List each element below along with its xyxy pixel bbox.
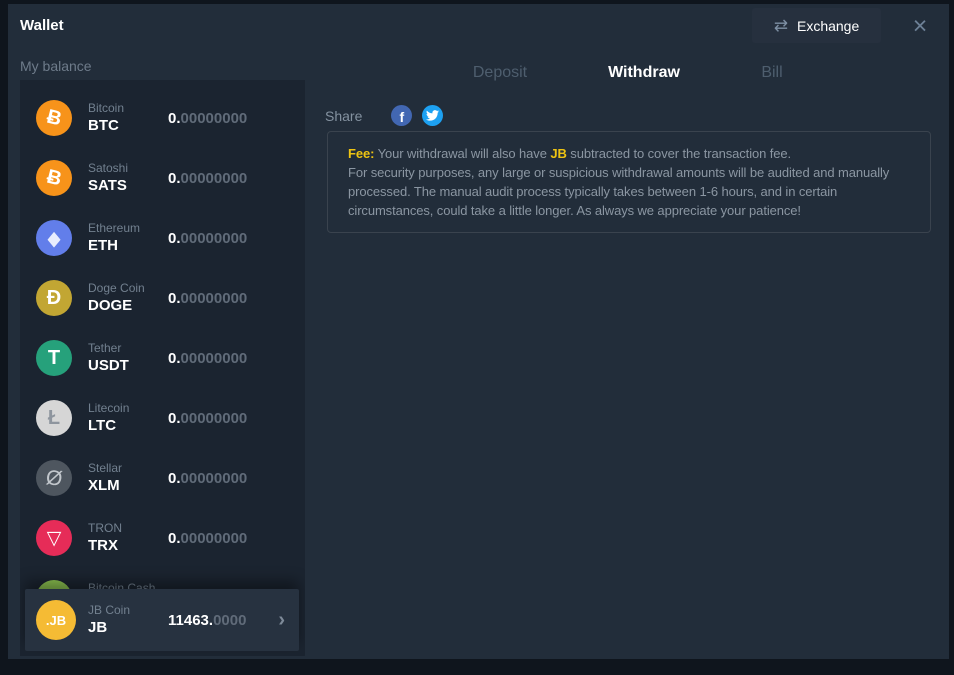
coin-symbol: USDT — [88, 356, 168, 375]
close-icon[interactable]: × — [905, 11, 935, 41]
coin-row-xlm[interactable]: Ø StellarXLM 0.00000000 — [20, 448, 305, 508]
share-row: Share f — [325, 105, 443, 126]
page-title: Wallet — [20, 17, 64, 34]
coin-balance: 0.00000000 — [168, 230, 247, 247]
exchange-button-label: Exchange — [797, 18, 859, 34]
coin-row-trx[interactable]: ▽ TRONTRX 0.00000000 — [20, 508, 305, 568]
coin-name: Stellar — [88, 461, 168, 476]
my-balance-label: My balance — [20, 58, 92, 74]
coin-balance: 0.00000000 — [168, 290, 247, 307]
coin-balance: 0.00000000 — [168, 470, 247, 487]
coin-symbol: SATS — [88, 176, 168, 195]
coin-symbol: TRX — [88, 536, 168, 555]
coin-name: Satoshi — [88, 161, 168, 176]
tab-withdraw[interactable]: Withdraw — [608, 64, 680, 82]
twitter-bird-icon — [426, 110, 439, 121]
coin-row-ltc[interactable]: Ł LitecoinLTC 0.00000000 — [20, 388, 305, 448]
coin-row-sats[interactable]: Ƀ SatoshiSATS 0.00000000 — [20, 148, 305, 208]
coin-name: Tether — [88, 341, 168, 356]
tron-icon: ▽ — [36, 520, 72, 556]
coin-name: JB Coin — [88, 603, 168, 618]
coin-symbol: ETH — [88, 236, 168, 255]
coin-row-jb-selected[interactable]: .JB JB CoinJB 11463.0000 › — [25, 589, 299, 651]
coin-balance: 0.00000000 — [168, 530, 247, 547]
tab-deposit[interactable]: Deposit — [473, 64, 527, 82]
coin-balance: 0.00000000 — [168, 410, 247, 427]
facebook-share-button[interactable]: f — [391, 105, 412, 126]
litecoin-icon: Ł — [36, 400, 72, 436]
coin-symbol: LTC — [88, 416, 168, 435]
ethereum-icon: ◆ — [36, 220, 72, 256]
share-label: Share — [325, 108, 362, 124]
coin-balance: 0.00000000 — [168, 350, 247, 367]
fee-text-post: subtracted to cover the transaction fee. — [567, 146, 791, 161]
coin-balance: 11463.0000 — [168, 612, 246, 629]
tether-icon: T — [36, 340, 72, 376]
satoshi-icon: Ƀ — [36, 160, 72, 196]
fee-text-pre: Your withdrawal will also have — [374, 146, 550, 161]
coin-symbol: DOGE — [88, 296, 168, 315]
tab-bill[interactable]: Bill — [761, 64, 782, 82]
coin-list: Ƀ BitcoinBTC 0.00000000 Ƀ SatoshiSATS 0.… — [20, 80, 305, 656]
fee-notice-body: For security purposes, any large or susp… — [348, 163, 910, 220]
wallet-dialog: Wallet ⇄ Exchange × My balance Deposit W… — [8, 4, 949, 659]
chevron-right-icon: › — [278, 610, 285, 630]
jb-coin-icon: .JB — [36, 600, 76, 640]
fee-jb-highlight: JB — [550, 146, 566, 161]
coin-balance: 0.00000000 — [168, 170, 247, 187]
fee-notice: Fee: Your withdrawal will also have JB s… — [327, 131, 931, 233]
coin-name: Doge Coin — [88, 281, 168, 296]
coin-name: Bitcoin — [88, 101, 168, 116]
coin-row-btc[interactable]: Ƀ BitcoinBTC 0.00000000 — [20, 88, 305, 148]
coin-row-usdt[interactable]: T TetherUSDT 0.00000000 — [20, 328, 305, 388]
facebook-icon: f — [400, 110, 405, 124]
coin-row-eth[interactable]: ◆ EthereumETH 0.00000000 — [20, 208, 305, 268]
coin-symbol: XLM — [88, 476, 168, 495]
coin-balance: 0.00000000 — [168, 110, 247, 127]
twitter-share-button[interactable] — [422, 105, 443, 126]
coin-name: Litecoin — [88, 401, 168, 416]
coin-name: Ethereum — [88, 221, 168, 236]
coin-name: TRON — [88, 521, 168, 536]
swap-arrows-icon: ⇄ — [774, 17, 788, 34]
fee-label: Fee: — [348, 146, 374, 161]
stellar-icon: Ø — [36, 460, 72, 496]
coin-symbol: BTC — [88, 116, 168, 135]
coin-row-doge[interactable]: Đ Doge CoinDOGE 0.00000000 — [20, 268, 305, 328]
exchange-button[interactable]: ⇄ Exchange — [752, 8, 881, 43]
bitcoin-icon: Ƀ — [36, 100, 72, 136]
coin-symbol: JB — [88, 618, 168, 637]
dogecoin-icon: Đ — [36, 280, 72, 316]
